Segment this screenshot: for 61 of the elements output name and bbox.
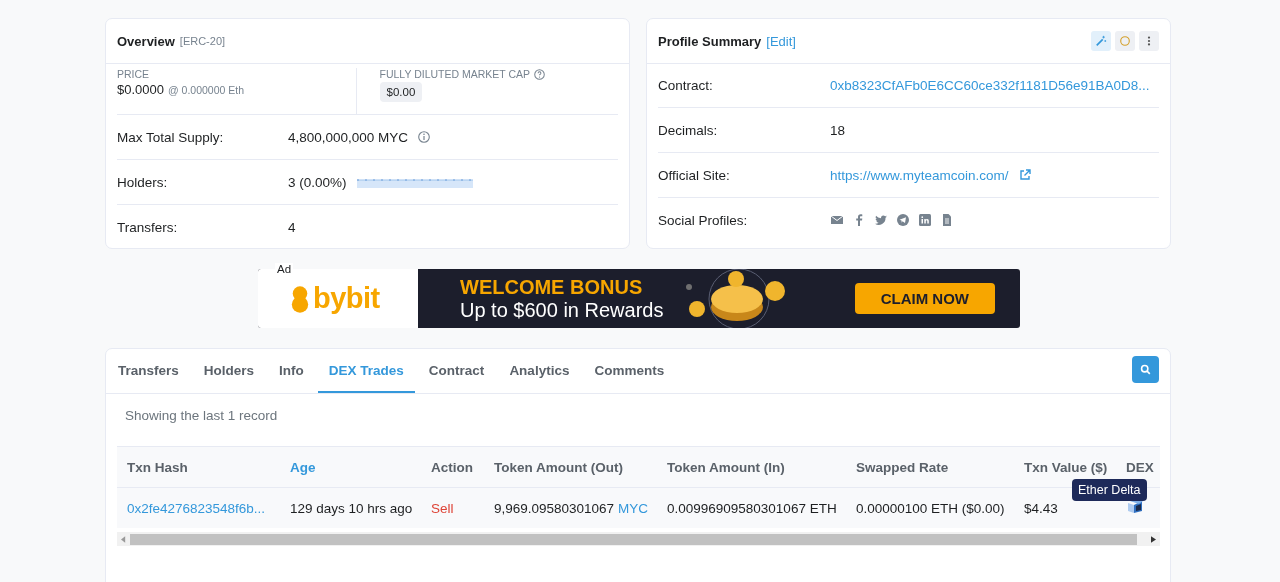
brand-name: bybit (313, 282, 380, 315)
row-label: Holders: (117, 174, 169, 190)
tab[interactable]: Comments (583, 349, 676, 393)
tab[interactable]: DEX Trades (317, 349, 415, 393)
search-button[interactable] (1132, 356, 1159, 383)
claim-now-button[interactable]: CLAIM NOW (854, 283, 995, 314)
card-title: Profile Summary (658, 33, 762, 49)
row-label: Transfers: (117, 219, 179, 235)
row-label: Social Profiles: (658, 212, 749, 228)
column-header: Action (421, 446, 484, 488)
external-link-icon[interactable] (1018, 169, 1031, 181)
market-cap-badge: $0.00 (379, 82, 423, 102)
row-label: Contract: (658, 78, 714, 93)
row-label: Official Site: (658, 167, 731, 183)
tab[interactable]: Holders (192, 349, 266, 393)
row-value: 18 (830, 122, 846, 138)
table-cell: 0.00000100 ETH ($0.00) (846, 487, 1014, 528)
linkedin-icon[interactable] (918, 213, 932, 227)
column-header: Token Amount (Out) (484, 446, 657, 488)
record-count-text: Showing the last 1 record (125, 408, 279, 425)
envelope-icon[interactable] (830, 213, 844, 227)
scroll-right-icon[interactable] (1151, 535, 1156, 543)
search-icon[interactable] (1140, 364, 1151, 375)
price-label: PRICE (117, 68, 151, 80)
price-value: $0.0000 (117, 82, 164, 97)
action-label: Sell (421, 487, 484, 528)
tab[interactable]: Analytics (498, 349, 581, 393)
price-eth: @ 0.000000 Eth (168, 83, 245, 96)
website-link[interactable]: https://www.myteamcoin.com/ (830, 167, 1009, 183)
horizontal-scrollbar[interactable] (117, 532, 1160, 546)
more-icon[interactable] (1139, 31, 1159, 51)
market-cap-label: FULLY DILUTED MARKET CAP (379, 68, 531, 80)
table-cell: 0.00996909580301067 ETH (657, 487, 846, 528)
telegram-icon[interactable] (896, 213, 910, 227)
row-label: Decimals: (658, 122, 719, 138)
row-value: 3 (0.00%) (288, 174, 347, 190)
ad-label: Ad (275, 263, 294, 275)
row-label: Max Total Supply: (117, 129, 225, 145)
brand-logo-icon (290, 283, 310, 314)
contract-link[interactable]: 0xb8323CfAFb0E6CC60ce332f1181D56e91BA0D8... (830, 78, 1150, 93)
ad-subline: Up to $600 in Rewards (460, 298, 664, 322)
help-icon[interactable] (534, 68, 546, 80)
row-value: 4 (288, 219, 296, 235)
edit-link[interactable]: [Edit] (766, 33, 796, 49)
info-icon[interactable] (418, 131, 431, 143)
tab[interactable]: Contract (417, 349, 496, 393)
tab[interactable]: Info (268, 349, 315, 393)
column-header: Swapped Rate (846, 446, 1014, 488)
token-standard-tag: [ERC-20] (179, 35, 226, 47)
wand-icon[interactable] (1091, 31, 1111, 51)
row-value: 4,800,000,000 MYC (288, 129, 409, 145)
column-header: Token Amount (In) (657, 446, 846, 488)
tab[interactable]: Transfers (107, 349, 190, 393)
card-title: Overview (117, 33, 175, 49)
table-cell: 129 days 10 hrs ago (280, 487, 421, 528)
ad-headline: WELCOME BONUS (460, 275, 644, 299)
scroll-left-icon[interactable] (121, 535, 126, 543)
twitter-icon[interactable] (874, 213, 888, 227)
amount-text: 9,969.09580301067 (494, 500, 615, 516)
column-header: Txn Hash (117, 446, 280, 488)
document-icon[interactable] (940, 213, 954, 227)
